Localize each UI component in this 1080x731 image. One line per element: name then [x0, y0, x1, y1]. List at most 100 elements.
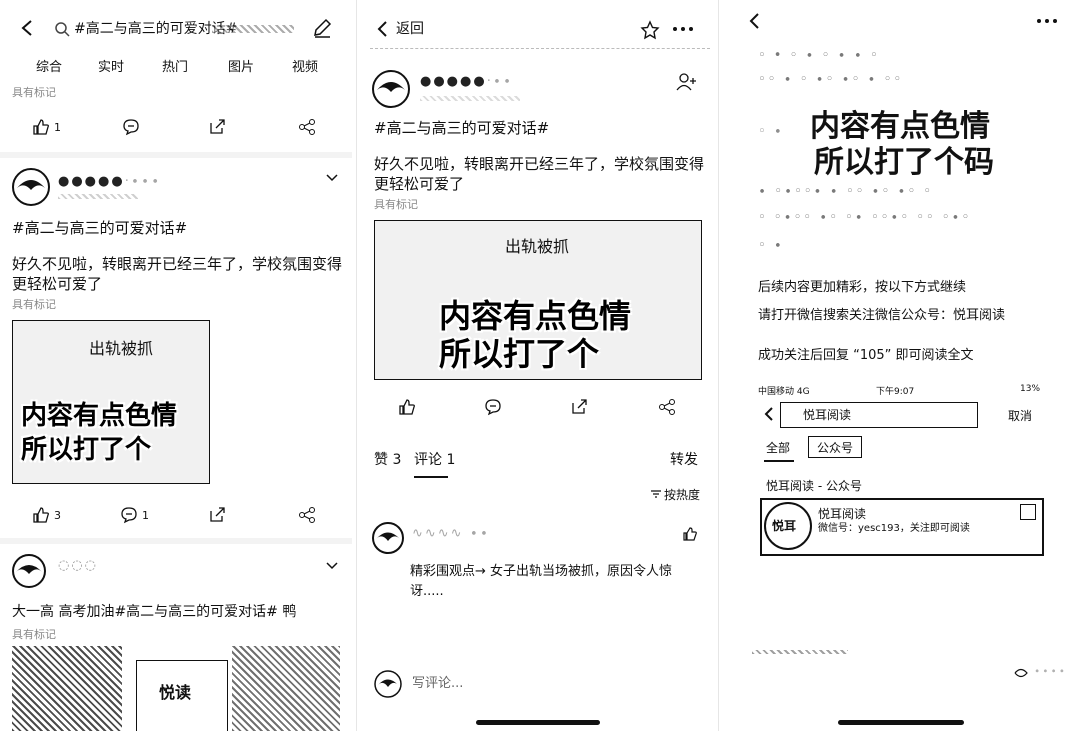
article-heading-2: 所以打了个码 — [814, 145, 994, 180]
like-icon[interactable] — [682, 526, 698, 542]
like-icon[interactable] — [398, 398, 416, 416]
embedded-tab-indicator — [764, 460, 794, 462]
post-body: 好久不见啦，转眼离开已经三年了，学校氛围变得更轻松可爱了 — [374, 155, 705, 193]
status-carrier: 中国移动 4G — [758, 387, 810, 397]
post-detail-panel: 返回 ●●●●●·∙∙ #高二与高三的可爱对话# 好久不见啦，转眼离开已经三年了… — [360, 0, 716, 731]
more-icon[interactable] — [1036, 18, 1058, 24]
post-image[interactable]: 出轨被抓 内容有点色情 所以打了个 — [12, 320, 210, 484]
avatar — [374, 670, 402, 698]
comment-icon[interactable] — [122, 118, 140, 136]
post-time-blurred — [420, 96, 520, 101]
like-icon[interactable] — [32, 506, 50, 524]
sort-icon[interactable] — [650, 488, 662, 500]
repost-icon[interactable] — [208, 506, 226, 524]
tab-hot[interactable]: 热门 — [162, 58, 188, 78]
tab-videos[interactable]: 视频 — [292, 58, 318, 78]
post-body: 大一高 高考加油#高二与高三的可爱对话# 鸭 — [12, 604, 297, 620]
home-indicator — [476, 720, 600, 725]
article-panel: ◦ • ◦ ∙ ◦ ∙ ∙ ◦ ◦◦ ∙ ◦ ∙◦ ∙◦ ∙ ◦◦ 内容有点色情… — [722, 0, 1080, 731]
share-icon[interactable] — [298, 118, 316, 136]
article-line: 请打开微信搜索关注微信公众号：悦耳阅读 — [758, 308, 1006, 323]
tab-realtime[interactable]: 实时 — [98, 58, 124, 78]
blurred-text: ◦ ◦∙◦◦ ∙◦ ◦∙ ◦◦∙◦ ◦◦ ◦∙◦ — [758, 210, 972, 225]
back-icon[interactable] — [376, 20, 388, 38]
post-image-grid[interactable]: 悦读 — [12, 646, 340, 731]
tab-images[interactable]: 图片 — [228, 58, 254, 78]
image-caption-large: 内容有点色情 — [21, 401, 178, 431]
post-body: 好久不见啦，转眼离开已经三年了，学校氛围变得更轻松可爱了 — [12, 255, 343, 293]
like-icon[interactable] — [32, 118, 50, 136]
embedded-cancel: 取消 — [1008, 409, 1033, 423]
account-name: 悦耳阅读 — [818, 507, 867, 521]
tab-comments[interactable]: 评论 1 — [414, 450, 455, 470]
tab-likes[interactable]: 赞 3 — [374, 450, 401, 470]
embedded-screenshot: 中国移动 4G 下午9:07 13% 悦耳阅读 取消 全部 公众号 悦耳阅读 -… — [758, 384, 1058, 564]
blurred-text: ◦ ∙ — [758, 238, 784, 253]
comment-icon[interactable] — [484, 398, 502, 416]
like-count: 3 — [54, 509, 61, 522]
embedded-result-title: 悦耳阅读 - 公众号 — [766, 479, 862, 493]
commenter-blurred[interactable]: ∿∿∿∿ ∙∙ — [412, 526, 490, 541]
blurred-text: ∙∙∙∙ — [1034, 666, 1068, 677]
chevron-down-icon[interactable] — [326, 562, 338, 570]
grid-tile[interactable]: 悦读 — [136, 660, 228, 731]
more-icon[interactable] — [672, 26, 694, 32]
repost-icon[interactable] — [208, 118, 226, 136]
avatar[interactable] — [372, 522, 404, 554]
embedded-search-box: 悦耳阅读 — [780, 402, 978, 428]
username-blurred[interactable]: ●●●●●·∙∙∙ — [58, 174, 161, 189]
share-icon[interactable] — [658, 398, 676, 416]
edit-icon[interactable] — [312, 18, 332, 38]
chevron-down-icon[interactable] — [326, 174, 338, 182]
star-icon[interactable] — [640, 20, 660, 40]
blurred-text — [752, 650, 848, 654]
back-icon[interactable] — [20, 18, 34, 38]
grid-tile[interactable] — [12, 646, 122, 731]
sort-label[interactable]: 按热度 — [664, 485, 700, 505]
embedded-tab-gzh: 公众号 — [808, 436, 862, 458]
grid-tile[interactable] — [232, 646, 340, 731]
post-image[interactable]: 出轨被抓 内容有点色情 所以打了个 — [374, 220, 702, 380]
article-heading: 内容有点色情 — [810, 109, 990, 144]
username-blurred[interactable]: ●●●●●·∙∙ — [420, 74, 513, 89]
write-comment-input[interactable]: 写评论... — [412, 674, 463, 694]
avatar[interactable] — [12, 554, 46, 588]
status-time: 下午9:07 — [876, 387, 915, 397]
avatar[interactable] — [372, 70, 410, 108]
post-hashtag[interactable]: #高二与高三的可爱对话# — [374, 118, 549, 138]
account-desc: 微信号：yesc193，关注即可阅读 — [818, 523, 970, 534]
result-tabs: 综合 实时 热门 图片 视频 — [0, 56, 352, 82]
tab-all[interactable]: 综合 — [36, 58, 62, 78]
like-count: 1 — [54, 121, 61, 134]
tab-forward[interactable]: 转发 — [670, 450, 698, 470]
follow-user-icon[interactable] — [676, 72, 698, 92]
post-source: 具有标记 — [374, 198, 418, 211]
search-results-panel: #高二与高三的可爱对话# 综合 实时 热门 图片 视频 具有标记 1 ●●●●●… — [0, 0, 352, 731]
back-icon[interactable] — [748, 12, 760, 30]
blurred-text: ◦ • ◦ ∙ ◦ ∙ ∙ ◦ — [758, 48, 880, 63]
back-label[interactable]: 返回 — [396, 19, 424, 39]
divider — [0, 538, 352, 544]
reader-icon[interactable] — [1014, 668, 1028, 678]
post-source: 具有标记 — [12, 628, 56, 641]
image-caption-large-2: 所以打了个 — [439, 335, 600, 373]
share-icon[interactable] — [298, 506, 316, 524]
panel-separator — [356, 0, 357, 731]
post-source: 具有标记 — [12, 298, 56, 311]
post-source: 具有标记 — [12, 86, 56, 99]
blurred-text: ◦◦ ∙ ◦ ∙◦ ∙◦ ∙ ◦◦ — [758, 72, 904, 87]
embedded-tab-gzh-label: 公众号 — [817, 441, 854, 455]
post-hashtag[interactable]: #高二与高三的可爱对话# — [12, 218, 342, 238]
username-blurred[interactable]: ◌◌◌ — [58, 558, 98, 573]
image-caption-large-2: 所以打了个 — [21, 435, 152, 465]
post-time-blurred — [58, 194, 138, 199]
checkbox-icon — [1020, 504, 1036, 520]
repost-icon[interactable] — [570, 398, 588, 416]
divider — [0, 152, 352, 158]
avatar[interactable] — [12, 168, 50, 206]
blurred-text: ∙ ◦∙◦◦∙ ∙ ◦◦ ∙◦ ∙◦ ◦ — [758, 184, 933, 199]
header-divider — [370, 48, 710, 50]
active-tab-indicator — [414, 476, 448, 478]
back-icon — [764, 406, 774, 422]
comment-icon[interactable] — [120, 506, 138, 524]
